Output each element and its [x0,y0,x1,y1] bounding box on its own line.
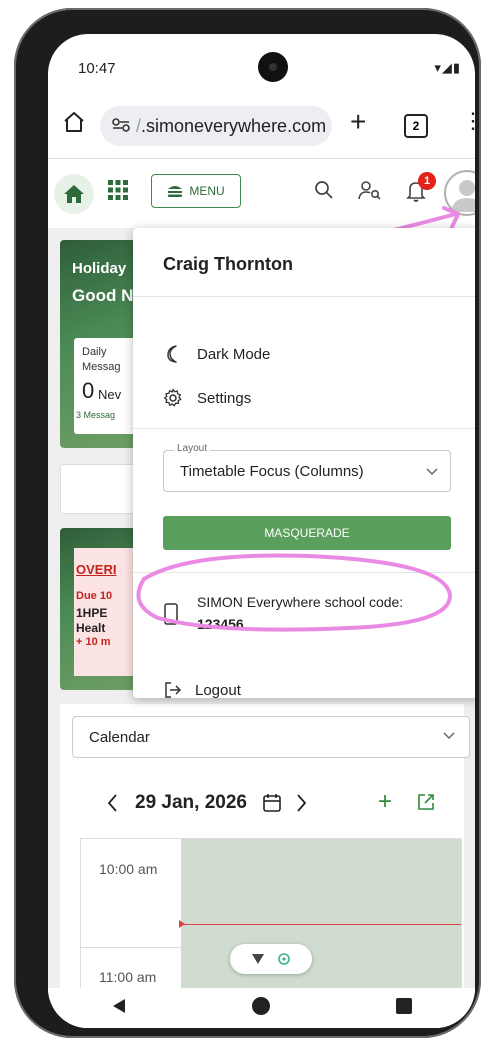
phone-frame: 10:47 ▾◢▮ /.simoneverywhere.com + 2 ⋮ ME… [14,8,481,1038]
annotation-circle-overlay [136,553,452,632]
phone-screen: 10:47 ▾◢▮ /.simoneverywhere.com + 2 ⋮ ME… [48,34,475,1028]
back-nav-icon[interactable] [110,997,128,1020]
system-navigation-bar [48,988,475,1028]
home-nav-icon[interactable] [251,996,271,1021]
annotation-circle [136,553,452,632]
recents-nav-icon[interactable] [395,997,413,1020]
